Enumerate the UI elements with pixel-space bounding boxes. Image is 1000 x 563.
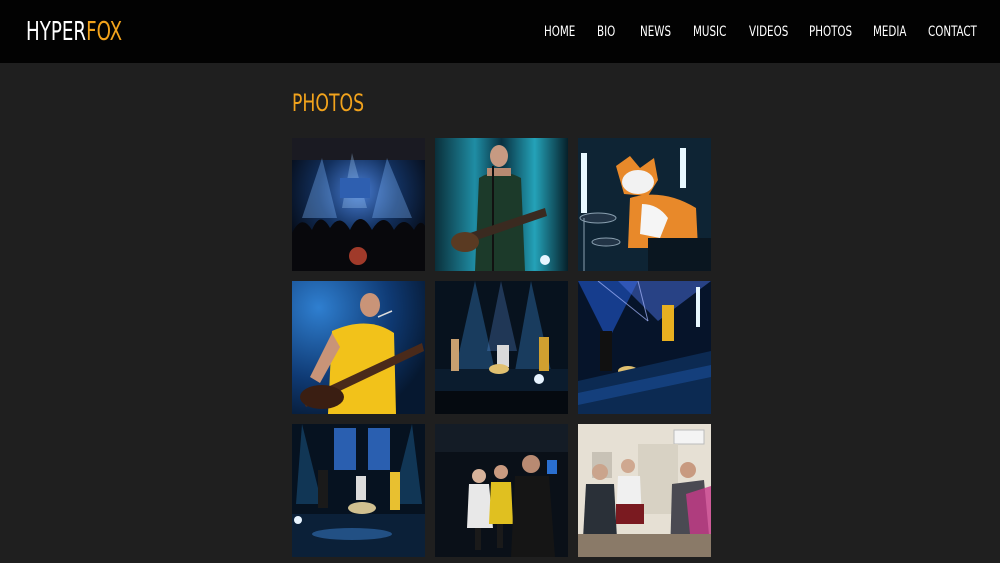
gallery-photo-8[interactable] xyxy=(435,424,568,557)
nav-item-home[interactable]: HOME xyxy=(544,20,575,44)
gallery-photo-6[interactable] xyxy=(578,281,711,414)
gallery-photo-1[interactable] xyxy=(292,138,425,271)
nav-item-contact[interactable]: CONTACT xyxy=(928,20,977,44)
photo-backstage-gathering xyxy=(435,424,568,557)
photo-band-lasers xyxy=(578,281,711,414)
gallery-photo-4[interactable] xyxy=(292,281,425,414)
gallery-photo-7[interactable] xyxy=(292,424,425,557)
main-nav: HOME BIO NEWS MUSIC VIDEOS PHOTOS MEDIA … xyxy=(0,20,1000,44)
photo-bassist-yellow xyxy=(292,281,425,414)
gallery-photo-9[interactable] xyxy=(578,424,711,557)
page-title: PHOTOS xyxy=(292,89,365,117)
photo-band-blue-stage xyxy=(435,281,568,414)
nav-item-media[interactable]: MEDIA xyxy=(873,20,907,44)
gallery-photo-5[interactable] xyxy=(435,281,568,414)
photo-singer-guitar xyxy=(435,138,568,271)
gallery-photo-3[interactable] xyxy=(578,138,711,271)
nav-item-music[interactable]: MUSIC xyxy=(693,20,726,44)
photo-fox-drummer xyxy=(578,138,711,271)
site-header: HYPERFOX HOME BIO NEWS MUSIC VIDEOS PHOT… xyxy=(0,0,1000,63)
nav-item-news[interactable]: NEWS xyxy=(640,20,671,44)
nav-item-bio[interactable]: BIO xyxy=(597,20,615,44)
photo-band-drum-kit xyxy=(292,424,425,557)
nav-item-videos[interactable]: VIDEOS xyxy=(749,20,788,44)
photo-group-room xyxy=(578,424,711,557)
nav-item-photos[interactable]: PHOTOS xyxy=(809,20,852,44)
gallery-photo-2[interactable] xyxy=(435,138,568,271)
photo-concert-crowd xyxy=(292,138,425,271)
